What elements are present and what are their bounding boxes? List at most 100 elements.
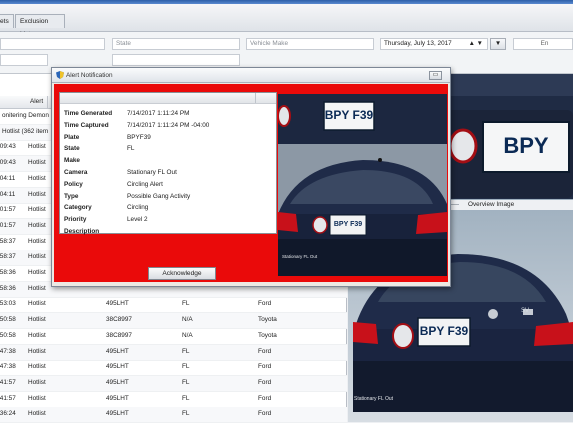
cell-type: Hotlist [28, 143, 46, 151]
cell-type: Hotlist [28, 269, 46, 276]
tab-bar: ets Exclusion List [0, 4, 573, 38]
cell-state: N/A [182, 331, 193, 339]
detail-row: Policy Circling Alert [60, 180, 276, 191]
cell-state: FL [182, 300, 190, 308]
cell-type: Hotlist [28, 237, 46, 245]
cell-make: Ford [258, 347, 272, 355]
cell-time: :47:38 [0, 347, 16, 355]
cell-type: Hotlist [28, 190, 46, 198]
cell-time: :53:03 [0, 300, 16, 308]
alert-thumbnail-image: BPY F39 BPY F39 Stationary FL Out [278, 94, 447, 276]
detail-row: Type Possible Gang Activity [60, 192, 276, 203]
detail-row: Priority Level 2 [60, 215, 276, 226]
table-row[interactable]: :50:58 Hotlist 38C8997 N/A Toyota [0, 329, 347, 345]
cell-type: Hotlist [28, 300, 46, 308]
state-filter-input[interactable]: State [112, 38, 240, 50]
detail-value: 7/14/2017 1:11:24 PM -04:00 [127, 121, 210, 129]
cell-time: :09:43 [0, 159, 16, 167]
table-row[interactable]: :47:38 Hotlist 495LHT FL Ford [0, 360, 347, 377]
plate-filter-input[interactable] [0, 38, 105, 50]
detail-value: Level 2 [127, 216, 148, 224]
cell-type: Hotlist [28, 331, 46, 339]
cell-time: :50:58 [0, 316, 16, 324]
cell-state: FL [182, 378, 190, 386]
detail-label: Policy [64, 180, 83, 188]
tab-label: ets [0, 18, 9, 25]
detail-row: State FL [60, 144, 276, 155]
dialog-titlebar[interactable]: Alert Notification ▭ [52, 68, 450, 83]
cell-plate: 495LHT [106, 378, 129, 386]
detail-row: Time Captured 7/14/2017 1:11:24 PM -04:00 [60, 121, 276, 132]
detail-row: Description [60, 227, 276, 238]
cell-time: :04:11 [0, 174, 16, 182]
acknowledge-label: Acknowledge [162, 270, 202, 277]
detail-label: Category [64, 204, 92, 212]
overview-caption: Stationary FL Out [354, 396, 393, 402]
cell-type: Hotlist [28, 410, 46, 418]
table-row[interactable]: :53:03 Hotlist 495LHT FL Ford [0, 297, 347, 314]
cell-type: Hotlist (362 item [2, 127, 49, 135]
cell-make: Ford [258, 394, 272, 402]
table-row[interactable]: :41:57 Hotlist 495LHT FL Ford [0, 375, 347, 392]
table-row[interactable]: :47:38 Hotlist 495LHT FL Ford [0, 344, 347, 361]
detail-label: Plate [64, 133, 80, 141]
overview-plate-text: BPY F39 [419, 324, 469, 338]
column-divider [255, 93, 256, 103]
detail-label: Make [64, 157, 80, 165]
alert-detail-panel: Time Generated 7/14/2017 1:11:24 PM Time C… [59, 92, 277, 235]
secondary-filter-input[interactable] [0, 54, 48, 66]
detail-label: Camera [64, 169, 88, 176]
table-row[interactable]: :41:57 Hotlist 495LHT FL Ford [0, 392, 347, 408]
cell-time: :41:57 [0, 378, 16, 386]
detail-value: BPYF39 [127, 133, 151, 141]
detail-row: Category Circling [60, 203, 276, 214]
cell-make: Ford [258, 410, 272, 418]
cell-state: FL [182, 363, 190, 371]
cell-state: FL [182, 394, 190, 402]
acknowledge-button[interactable]: Acknowledge [148, 267, 216, 280]
cell-plate: 38C8997 [106, 316, 132, 324]
cell-plate: 495LHT [106, 347, 129, 355]
cell-time: :50:58 [0, 331, 16, 339]
detail-value: Circling Alert [127, 180, 163, 188]
end-date-field[interactable]: En [513, 38, 573, 50]
cell-time: :58:37 [0, 237, 16, 245]
cell-time: :04:11 [0, 190, 16, 198]
window-icon: ▭ [432, 72, 439, 78]
spin-arrows-icon[interactable]: ▲ ▼ [469, 39, 483, 49]
restore-button[interactable]: ▭ [429, 71, 442, 80]
chevron-down-icon: ▼ [494, 40, 502, 47]
cell-plate: 495LHT [106, 300, 129, 308]
policy-filter-input[interactable] [112, 54, 240, 66]
plate-closeup-text: BPY F39 [503, 133, 549, 158]
table-row[interactable]: :36:24 Hotlist 495LHT FL Ford [0, 407, 347, 423]
end-label: En [540, 40, 549, 47]
detail-value: Possible Gang Activity [127, 192, 191, 200]
cell-plate: 38C8997 [106, 331, 132, 339]
detail-header [60, 93, 276, 104]
cell-time: :58:36 [0, 284, 16, 292]
cell-state: FL [182, 410, 190, 418]
tab-exclusion-list[interactable]: Exclusion List [15, 14, 65, 38]
detail-label: Type [64, 192, 79, 200]
detail-value: FL [127, 145, 135, 153]
table-row[interactable]: :50:58 Hotlist 38C8997 N/A Toyota [0, 313, 347, 330]
detail-label: Description [64, 228, 100, 235]
vehicle-make-filter-input[interactable]: Vehicle Make [246, 38, 374, 50]
cell-type: Hotlist [28, 378, 46, 386]
cell-type: onitering Demon [2, 112, 49, 119]
cell-state: N/A [182, 316, 193, 324]
tab-alerts[interactable]: ets [0, 14, 14, 28]
column-header-alert[interactable]: Alert [30, 98, 43, 105]
cell-time: :01:57 [0, 206, 16, 214]
cell-plate: 495LHT [106, 363, 129, 371]
cell-type: Hotlist [28, 363, 46, 371]
date-picker[interactable]: Thursday, July 13, 2017 ▲ ▼ [380, 38, 488, 50]
dialog-alert-body: Time Generated 7/14/2017 1:11:24 PM Time C… [54, 84, 448, 282]
cell-time: :09:43 [0, 143, 16, 151]
detail-value: Stationary FL Out [127, 169, 177, 176]
calendar-dropdown-button[interactable]: ▼ [490, 38, 506, 50]
cell-time: :58:36 [0, 269, 16, 276]
cell-time: :36:24 [0, 410, 16, 418]
cell-type: Hotlist [28, 394, 46, 402]
